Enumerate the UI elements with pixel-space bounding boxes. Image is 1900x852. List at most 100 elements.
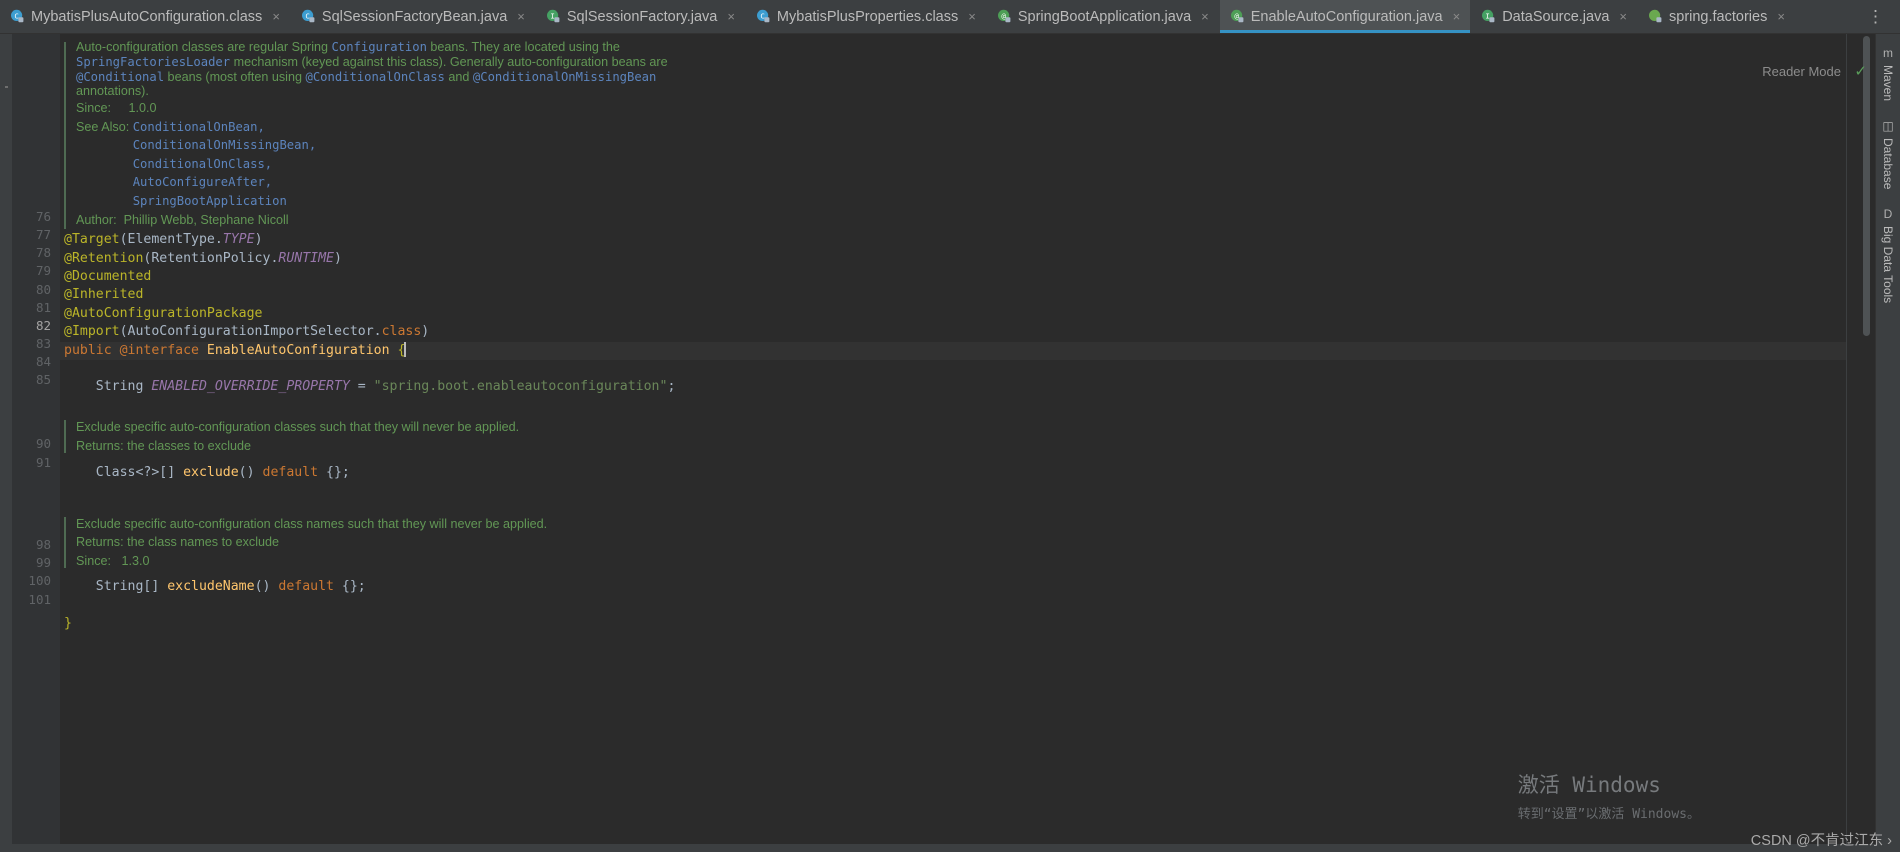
java-class-file-icon: C: [10, 9, 25, 24]
code-line-77[interactable]: @Retention(RetentionPolicy.RUNTIME): [60, 250, 1846, 268]
javadoc-code-link[interactable]: @ConditionalOnClass: [305, 70, 444, 84]
code-token: (): [238, 465, 263, 481]
editor-tab-label: SqlSessionFactoryBean.java: [321, 8, 508, 25]
javadoc-code-link[interactable]: Configuration: [332, 40, 427, 54]
close-icon[interactable]: ×: [1619, 10, 1627, 23]
line-number-79: 79: [35, 263, 51, 278]
close-icon[interactable]: ×: [1453, 10, 1461, 23]
code-token: class: [381, 324, 422, 340]
javadoc-see-also-link[interactable]: ConditionalOnClass,: [133, 157, 272, 171]
editor-tab-spring-factories[interactable]: spring.factories ×: [1638, 0, 1796, 33]
svg-text:I: I: [550, 11, 554, 20]
code-token: ): [254, 232, 263, 248]
sidebar-item-maven[interactable]: m Maven: [1881, 40, 1895, 111]
java-class-file-icon: C: [756, 9, 771, 24]
code-line-78[interactable]: @Documented: [60, 268, 1846, 286]
editor-tab-sqlsessionfactorybean-java[interactable]: C SqlSessionFactoryBean.java ×: [291, 0, 536, 33]
code-token: {};: [326, 465, 350, 481]
code-token: @Documented: [64, 268, 152, 284]
code-line-81[interactable]: @Import(AutoConfigurationImportSelector.…: [60, 323, 1846, 341]
javadoc-since-row: Since: 1.0.0: [76, 99, 1846, 118]
editor-tab-enableautoconfiguration-java[interactable]: @ EnableAutoConfiguration.java ×: [1219, 0, 1472, 33]
code-token: @Target: [64, 232, 120, 248]
javadoc-text: beans. They are located using the: [426, 40, 620, 54]
editor-tab-sqlsessionfactory-java[interactable]: I SqlSessionFactory.java ×: [536, 0, 746, 33]
right-tool-window-bar: m Maven ◫ Database D Big Data Tools: [1875, 34, 1900, 844]
code-token: excludeName: [167, 579, 255, 595]
line-number-77: 77: [35, 227, 51, 242]
editor-tab-label: SpringBootApplication.java: [1017, 8, 1192, 25]
java-annotation-file-icon: @: [1230, 9, 1245, 24]
spring-factories-file-icon: [1648, 9, 1663, 24]
code-token: }: [64, 616, 72, 632]
editor-tab-datasource-java[interactable]: I DataSource.java ×: [1471, 0, 1638, 33]
javadoc-author-row: Author: Phillip Webb, Stephane Nicoll: [76, 210, 1846, 231]
java-interface-file-icon: I: [546, 9, 561, 24]
code-line-closing-brace[interactable]: }: [60, 615, 1846, 633]
close-icon[interactable]: ×: [968, 10, 976, 23]
code-token: String: [64, 379, 152, 395]
javadoc-see-also-link[interactable]: SpringBootApplication: [133, 194, 287, 208]
database-icon: ◫: [1882, 119, 1894, 134]
code-line-76[interactable]: @Target(ElementType.TYPE): [60, 231, 1846, 249]
javadoc-code-link[interactable]: SpringFactoriesLoader: [76, 55, 230, 69]
status-bar-strip: [0, 844, 1900, 852]
javadoc-see-also-link[interactable]: AutoConfigureAfter,: [133, 175, 272, 189]
kebab-menu-icon[interactable]: ⋮: [1861, 8, 1890, 25]
code-token: public: [64, 342, 120, 358]
svg-text:C: C: [14, 11, 18, 20]
vertical-scrollbar[interactable]: [1863, 36, 1870, 336]
sidebar-item-database[interactable]: ◫ Database: [1881, 113, 1895, 199]
javadoc-see-also-link[interactable]: ConditionalOnBean,: [133, 120, 265, 134]
editor-tab-mybatisplusautoconfiguration-class[interactable]: C MybatisPlusAutoConfiguration.class ×: [0, 0, 291, 33]
green-check-icon[interactable]: ✓: [1854, 62, 1867, 80]
sidebar-item-big-data-tools[interactable]: D Big Data Tools: [1881, 201, 1895, 313]
close-icon[interactable]: ×: [517, 10, 525, 23]
intellij-idea-window: C MybatisPlusAutoConfiguration.class × C Sql…: [0, 0, 1900, 852]
code-line-84[interactable]: String ENABLED_OVERRIDE_PROPERTY = "spri…: [60, 378, 1846, 396]
javadoc-since-label: Since:: [76, 553, 112, 568]
editor-tab-label: MybatisPlusProperties.class: [776, 8, 959, 25]
javadoc-see-also-link[interactable]: ConditionalOnMissingBean,: [133, 138, 316, 152]
close-icon[interactable]: ×: [727, 10, 735, 23]
javadoc-code-link[interactable]: @Conditional: [76, 70, 164, 84]
javadoc-code-link[interactable]: @ConditionalOnMissingBean: [473, 70, 656, 84]
javadoc-see-also-label: See Also:: [76, 119, 130, 134]
editor-scroll-column[interactable]: [1847, 34, 1875, 844]
code-token: (RetentionPolicy.: [143, 250, 279, 266]
code-editor[interactable]: 76 77 78 79 80 81 82 83 84 85 90 91 98 99 100 101 Auto-…: [12, 34, 1875, 844]
close-icon[interactable]: ×: [1777, 10, 1785, 23]
editor-tab-springbootapplication-java[interactable]: @ SpringBootApplication.java ×: [987, 0, 1220, 33]
code-line-exclude-name-method[interactable]: String[] excludeName() default {};: [60, 578, 1846, 596]
editor-tab-mybatisplusproperties-class[interactable]: C MybatisPlusProperties.class ×: [746, 0, 987, 33]
code-line-100[interactable]: }: [60, 615, 1846, 633]
line-number-gutter: 76 77 78 79 80 81 82 83 84 85 90 91 98 99 100 101: [12, 34, 60, 844]
reader-mode-label[interactable]: Reader Mode: [1762, 64, 1841, 79]
code-line-80[interactable]: @AutoConfigurationPackage: [60, 305, 1846, 323]
javadoc-text: annotations).: [76, 84, 149, 99]
javadoc-since-label: Since:: [76, 101, 112, 116]
javadoc-author-value: Phillip Webb, Stephane Nicoll: [123, 213, 289, 228]
code-token: (AutoConfigurationImportSelector.: [119, 324, 382, 340]
code-line-98[interactable]: String[] excludeName() default {};: [60, 578, 1846, 596]
code-content[interactable]: Auto-configuration classes are regular S…: [60, 34, 1846, 844]
code-line-85[interactable]: [60, 397, 1846, 415]
javadoc-see-also-row: See Also: SpringBootApplication: [76, 192, 1846, 211]
javadoc-paragraph-line: @Conditional beans (most often using @Co…: [76, 70, 1846, 85]
code-line-79[interactable]: @Inherited: [60, 286, 1846, 304]
editor-body: 76 77 78 79 80 81 82 83 84 85 90 91 98 99 100 101 Auto-…: [0, 34, 1900, 844]
close-icon[interactable]: ×: [272, 10, 280, 23]
close-icon[interactable]: ×: [1201, 10, 1209, 23]
code-line-exclude-method[interactable]: Class<?>[] exclude() default {};: [60, 464, 1846, 482]
code-line-82[interactable]: public @interface EnableAutoConfiguratio…: [60, 341, 1846, 360]
line-number-98: 98: [35, 537, 51, 552]
code-line-90[interactable]: Class<?>[] exclude() default {};: [60, 464, 1846, 482]
code-lines-declaration[interactable]: @Target(ElementType.TYPE) @Retention(Rete…: [60, 231, 1846, 415]
code-token: ;: [667, 379, 676, 395]
left-gutter-strip: [0, 34, 12, 844]
code-token: @Import: [64, 324, 120, 340]
watermark-line-1: 激活 Windows: [1517, 773, 1661, 797]
code-line-83[interactable]: [60, 360, 1846, 378]
line-number-101: 101: [28, 592, 51, 607]
